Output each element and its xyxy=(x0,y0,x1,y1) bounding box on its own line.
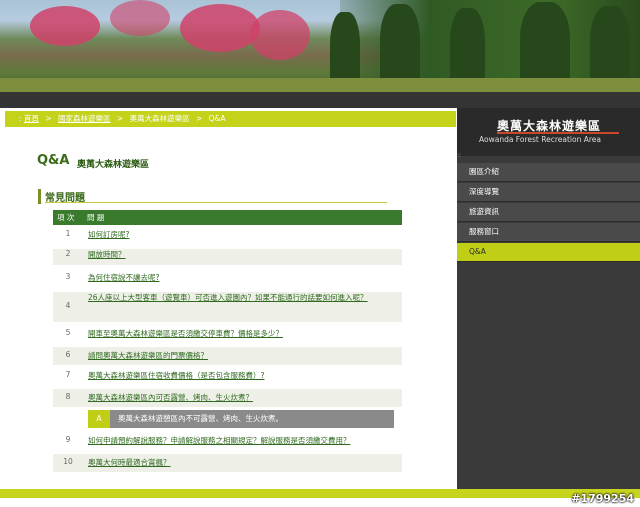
blossom-tree xyxy=(250,10,310,60)
lawn xyxy=(0,78,640,92)
row-number: 10 xyxy=(63,457,73,466)
column-header-no: 項 次 xyxy=(57,213,75,222)
question-link[interactable]: 為何住宿說不讓去呢? xyxy=(88,272,398,284)
breadcrumb-forest-link[interactable]: 國家森林遊樂區 xyxy=(58,114,111,123)
answer-tag: A xyxy=(88,410,110,428)
answer-box: A 奧萬大森林遊憩區內不可露營、烤肉、生火炊煮。 xyxy=(88,410,394,428)
breadcrumb-current: Q&A xyxy=(208,114,226,123)
table-row: 1 如何訂房呢? xyxy=(53,229,402,245)
table-row: 8 奧萬大森林遊樂區內可否露營、烤肉、生火炊煮？ xyxy=(53,389,402,407)
table-row: 6 請問奧萬大森林遊樂區的門票價格？ xyxy=(53,347,402,365)
sidebar: 奧萬大森林遊樂區 Aowanda Forest Recreation Area … xyxy=(457,108,640,489)
question-link[interactable]: 奧萬大森林遊樂區內可否露營、烤肉、生火炊煮？ xyxy=(88,392,398,404)
question-link[interactable]: 奧萬大何時最適合賞楓？ xyxy=(88,457,398,469)
watermark: #1799254 xyxy=(571,492,634,505)
table-row: 3 為何住宿說不讓去呢? xyxy=(53,272,402,288)
table-row: 9 如何申請預約解說服務？申請解說服務之相關規定？解說服務是否須繳交費用？ xyxy=(53,435,402,451)
table-row: 2 開放時間？ xyxy=(53,249,402,265)
table-row: 10 奧萬大何時最適合賞楓？ xyxy=(53,454,402,472)
row-number: 9 xyxy=(65,435,71,444)
breadcrumb-separator: > xyxy=(45,114,52,123)
question-link[interactable]: 26人座以上大型客車（遊覽車）可否進入遊園內？如果不能通行的話要如何進入呢？ xyxy=(88,292,398,304)
title-underline xyxy=(497,132,619,134)
question-link[interactable]: 請問奧萬大森林遊樂區的門票價格？ xyxy=(88,350,398,362)
answer-text: 奧萬大森林遊憩區內不可露營、烤肉、生火炊煮。 xyxy=(118,414,283,423)
breadcrumb-home-link[interactable]: 首頁 xyxy=(24,114,39,123)
breadcrumb: : 首頁 > 國家森林遊樂區 > 奧萬大森林遊樂區 > Q&A xyxy=(5,111,456,127)
breadcrumb-separator: > xyxy=(195,114,203,123)
breadcrumb-aowanda[interactable]: 奧萬大森林遊樂區 xyxy=(130,114,190,123)
top-divider xyxy=(0,92,640,108)
row-number: 3 xyxy=(65,272,71,281)
question-link[interactable]: 奧萬大森林遊樂區住宿收費價格（是否包含服務費）? xyxy=(88,370,398,382)
question-link[interactable]: 如何申請預約解說服務？申請解說服務之相關規定？解說服務是否須繳交費用？ xyxy=(88,435,398,447)
column-header-question: 問 題 xyxy=(87,213,105,222)
header-banner xyxy=(0,0,640,92)
sidebar-item-park-intro[interactable]: 園區介紹 xyxy=(457,163,640,182)
site-subtitle: Aowanda Forest Recreation Area xyxy=(479,135,601,144)
sidebar-item-qa[interactable]: Q&A xyxy=(457,243,640,262)
sidebar-nav: 園區介紹 深度導覽 旅遊資訊 服務窗口 Q&A xyxy=(457,163,640,263)
row-number: 5 xyxy=(65,328,71,337)
faq-table-header: 項 次 問 題 xyxy=(53,210,402,225)
sidebar-dots: :: xyxy=(457,152,462,159)
page-title: Q&A xyxy=(37,153,70,168)
section-divider xyxy=(45,202,387,203)
question-link[interactable]: 開車至奧萬大森林遊樂區是否須繳交停車費？價格是多少？ xyxy=(88,328,398,340)
row-number: 6 xyxy=(65,350,71,359)
row-number: 1 xyxy=(65,229,71,238)
row-number: 8 xyxy=(65,392,71,401)
footer-bar xyxy=(0,489,640,498)
breadcrumb-separator: > xyxy=(116,114,124,123)
sidebar-item-travel-info[interactable]: 旅遊資訊 xyxy=(457,203,640,222)
breadcrumb-dots: : xyxy=(19,114,22,123)
table-row: 7 奧萬大森林遊樂區住宿收費價格（是否包含服務費）? xyxy=(53,370,402,386)
question-link[interactable]: 開放時間？ xyxy=(88,249,398,261)
sidebar-item-guided-tour[interactable]: 深度導覽 xyxy=(457,183,640,202)
sidebar-item-service-desk[interactable]: 服務窗口 xyxy=(457,223,640,242)
sidebar-header: 奧萬大森林遊樂區 Aowanda Forest Recreation Area xyxy=(457,108,640,156)
footer-strip xyxy=(0,498,640,507)
row-number: 2 xyxy=(65,249,71,258)
table-row: 5 開車至奧萬大森林遊樂區是否須繳交停車費？價格是多少？ xyxy=(53,328,402,344)
main-content: Q&A 奧萬大森林遊樂區 常見問題 項 次 問 題 1 如何訂房呢? 2 開放時… xyxy=(5,127,456,489)
table-row: 4 26人座以上大型客車（遊覽車）可否進入遊園內？如果不能通行的話要如何進入呢？ xyxy=(53,292,402,322)
question-link[interactable]: 如何訂房呢? xyxy=(88,229,398,241)
page-subtitle: 奧萬大森林遊樂區 xyxy=(77,160,150,170)
blossom-tree xyxy=(180,4,260,52)
blossom-tree xyxy=(110,0,170,36)
row-number: 4 xyxy=(65,301,71,310)
blossom-tree xyxy=(30,6,100,46)
row-number: 7 xyxy=(65,370,71,379)
